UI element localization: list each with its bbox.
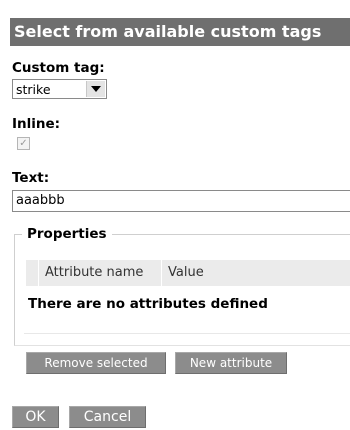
- checkmark-icon: ✓: [19, 138, 28, 149]
- inline-label: Inline:: [12, 116, 61, 132]
- remove-selected-button[interactable]: Remove selected: [26, 352, 166, 374]
- attributes-table-header: Attribute name Value: [26, 260, 350, 286]
- selection-column-header: [26, 260, 39, 286]
- column-header-attribute-name[interactable]: Attribute name: [39, 260, 162, 286]
- inline-checkbox[interactable]: ✓: [17, 137, 30, 150]
- text-field[interactable]: aaabbb: [12, 190, 350, 212]
- new-attribute-button[interactable]: New attribute: [175, 352, 287, 374]
- properties-legend: Properties: [22, 226, 112, 242]
- text-label: Text:: [12, 170, 50, 186]
- ok-button[interactable]: OK: [12, 406, 59, 428]
- custom-tag-selected-value: strike: [16, 81, 51, 97]
- custom-tag-select[interactable]: strike: [12, 79, 107, 99]
- dialog-title: Select from available custom tags: [10, 18, 350, 46]
- properties-fieldset: [14, 234, 350, 346]
- divider: [24, 333, 350, 334]
- column-header-value[interactable]: Value: [162, 260, 350, 286]
- chevron-down-icon[interactable]: [86, 81, 105, 97]
- empty-attributes-message: There are no attributes defined: [28, 296, 268, 312]
- cancel-button[interactable]: Cancel: [69, 406, 146, 428]
- custom-tag-label: Custom tag:: [12, 60, 105, 76]
